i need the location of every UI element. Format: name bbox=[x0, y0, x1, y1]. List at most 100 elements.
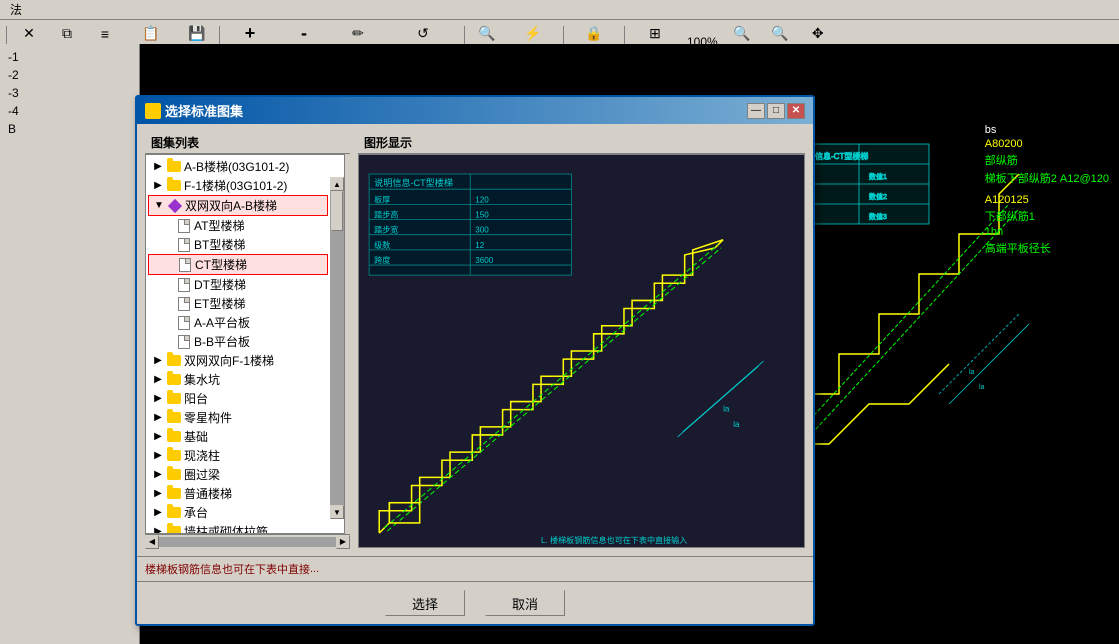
tree-panel[interactable]: ▶ A-B楼梯(03G101-2) ▶ F-1楼梯(03G101-2) bbox=[145, 154, 345, 534]
tree-item-text-8: ET型楼梯 bbox=[194, 295, 245, 312]
svg-text:踏步高: 踏步高 bbox=[374, 210, 398, 220]
tree-item-5[interactable]: BT型楼梯 bbox=[148, 235, 328, 254]
tree-expand-3[interactable]: ▼ bbox=[151, 198, 167, 214]
anno-bs: bs bbox=[985, 124, 1109, 136]
svg-text:L. 楼梯板钢筋信息也可在下表中直接输入: L. 楼梯板钢筋信息也可在下表中直接输入 bbox=[541, 535, 687, 545]
tree-item-10[interactable]: B-B平台板 bbox=[148, 332, 328, 351]
vscroll-down-arrow[interactable]: ▼ bbox=[330, 505, 344, 519]
tree-item-6[interactable]: CT型楼梯 bbox=[148, 254, 328, 275]
tree-item-16[interactable]: ▶ 现浇柱 bbox=[148, 446, 328, 465]
hscroll-left-arrow[interactable]: ◀ bbox=[145, 535, 159, 549]
tree-expand-20[interactable]: ▶ bbox=[150, 524, 166, 535]
svg-text:150: 150 bbox=[475, 211, 489, 220]
close-button[interactable]: ✕ bbox=[787, 103, 805, 119]
tree-item-14[interactable]: ▶ 零星构件 bbox=[148, 408, 328, 427]
tree-item-text-15: 基础 bbox=[184, 428, 208, 445]
tree-expand-18[interactable]: ▶ bbox=[150, 486, 166, 502]
vscroll-up-arrow[interactable]: ▲ bbox=[330, 177, 344, 191]
dialog-title-icon bbox=[145, 103, 161, 119]
svg-text:12: 12 bbox=[475, 241, 484, 250]
tree-icon-4 bbox=[176, 218, 192, 234]
dialog-body: 图集列表 ▶ A-B楼梯(03G101-2) ▶ F- bbox=[137, 124, 813, 556]
dialog-select-button[interactable]: 选择 bbox=[385, 590, 465, 616]
right-annotations: bs A80200 部纵筋 梯板下部纵筋2 A12@120 A120125 下部… bbox=[985, 124, 1109, 256]
tree-item-3[interactable]: ▼ 双网双向A-B楼梯 bbox=[148, 195, 328, 216]
anno-part-bar: 部纵筋 bbox=[985, 152, 1109, 168]
svg-text:3600: 3600 bbox=[475, 256, 493, 265]
tree-expand-11[interactable]: ▶ bbox=[150, 353, 166, 369]
anno-1hn: 1hn bbox=[985, 226, 1109, 238]
minimize-button[interactable]: — bbox=[747, 103, 765, 119]
svg-text:300: 300 bbox=[475, 226, 489, 235]
vscroll-track[interactable] bbox=[330, 191, 344, 505]
vscroll-thumb[interactable] bbox=[331, 191, 343, 231]
tree-icon-12 bbox=[166, 372, 182, 388]
dialog-info-continuation: ... bbox=[310, 563, 319, 575]
tree-item-1[interactable]: ▶ A-B楼梯(03G101-2) bbox=[148, 157, 328, 176]
tree-expand-16[interactable]: ▶ bbox=[150, 448, 166, 464]
tree-icon-20 bbox=[166, 524, 182, 535]
tree-item-18[interactable]: ▶ 普通楼梯 bbox=[148, 484, 328, 503]
anno-bottom-bar1: 下部纵筋1 bbox=[985, 208, 1109, 224]
tree-item-text-10: B-B平台板 bbox=[194, 333, 250, 350]
tree-item-20[interactable]: ▶ 墙柱或砌体拉筋 bbox=[148, 522, 328, 534]
tree-item-text-9: A-A平台板 bbox=[194, 314, 250, 331]
preview-panel-header: 图形显示 bbox=[358, 132, 805, 154]
tree-icon-1 bbox=[166, 159, 182, 175]
dialog-footer: 选择 取消 bbox=[137, 581, 813, 624]
tree-expand-19[interactable]: ▶ bbox=[150, 505, 166, 521]
tree-item-text-20: 墙柱或砌体拉筋 bbox=[184, 523, 268, 534]
tree-content: ▶ A-B楼梯(03G101-2) ▶ F-1楼梯(03G101-2) bbox=[146, 155, 330, 534]
preview-panel: 说明信息-CT型楼梯 板厚 120 踏步高 150 踏步宽 300 级数 12 … bbox=[358, 154, 805, 548]
tree-item-9[interactable]: A-A平台板 bbox=[148, 313, 328, 332]
tree-item-text-14: 零星构件 bbox=[184, 409, 232, 426]
tree-item-12[interactable]: ▶ 集水坑 bbox=[148, 370, 328, 389]
maximize-button[interactable]: □ bbox=[767, 103, 785, 119]
tree-icon-16 bbox=[166, 448, 182, 464]
tree-expand-1[interactable]: ▶ bbox=[150, 159, 166, 175]
tree-vscrollbar[interactable]: ▲ ▼ bbox=[330, 177, 344, 519]
tree-item-17[interactable]: ▶ 圈过梁 bbox=[148, 465, 328, 484]
tree-icon-5 bbox=[176, 237, 192, 253]
tree-expand-12[interactable]: ▶ bbox=[150, 372, 166, 388]
tree-wrapper: 图集列表 ▶ A-B楼梯(03G101-2) ▶ F- bbox=[145, 132, 350, 548]
tree-item-13[interactable]: ▶ 阳台 bbox=[148, 389, 328, 408]
tree-item-7[interactable]: DT型楼梯 bbox=[148, 275, 328, 294]
tree-item-text-11: 双网双向F-1楼梯 bbox=[184, 352, 274, 369]
tree-icon-6 bbox=[177, 257, 193, 273]
dialog-title-text: 选择标准图集 bbox=[165, 101, 243, 120]
tree-item-8[interactable]: ET型楼梯 bbox=[148, 294, 328, 313]
preview-wrapper: 图形显示 说明信息-CT型楼梯 板厚 bbox=[358, 132, 805, 548]
svg-text:板厚: 板厚 bbox=[374, 194, 390, 204]
tree-item-11[interactable]: ▶ 双网双向F-1楼梯 bbox=[148, 351, 328, 370]
hscroll-right-arrow[interactable]: ▶ bbox=[336, 535, 350, 549]
tree-expand-15[interactable]: ▶ bbox=[150, 429, 166, 445]
tree-item-text-17: 圈过梁 bbox=[184, 466, 220, 483]
tree-expand-14[interactable]: ▶ bbox=[150, 410, 166, 426]
dialog-cancel-button[interactable]: 取消 bbox=[485, 590, 565, 616]
tree-hscrollbar[interactable]: ◀ ▶ bbox=[145, 534, 350, 548]
tree-expand-17[interactable]: ▶ bbox=[150, 467, 166, 483]
tree-item-15[interactable]: ▶ 基础 bbox=[148, 427, 328, 446]
tree-icon-9 bbox=[176, 315, 192, 331]
tree-item-text-13: 阳台 bbox=[184, 390, 208, 407]
tree-expand-2[interactable]: ▶ bbox=[150, 178, 166, 194]
tree-item-19[interactable]: ▶ 承台 bbox=[148, 503, 328, 522]
dialog-titlebar[interactable]: 选择标准图集 — □ ✕ bbox=[137, 97, 813, 124]
svg-text:踏步宽: 踏步宽 bbox=[374, 225, 398, 235]
hscroll-track[interactable] bbox=[159, 537, 336, 547]
tree-item-text-5: BT型楼梯 bbox=[194, 236, 245, 253]
tree-item-text-7: DT型楼梯 bbox=[194, 276, 246, 293]
tree-item-2[interactable]: ▶ F-1楼梯(03G101-2) bbox=[148, 176, 328, 195]
tree-item-4[interactable]: AT型楼梯 bbox=[148, 216, 328, 235]
dialog-info-text: 楼梯板钢筋信息也可在下表中直接 bbox=[145, 561, 310, 577]
tree-icon-18 bbox=[166, 486, 182, 502]
svg-text:说明信息-CT型楼梯: 说明信息-CT型楼梯 bbox=[374, 177, 453, 188]
tree-expand-13[interactable]: ▶ bbox=[150, 391, 166, 407]
tree-item-text-6: CT型楼梯 bbox=[195, 256, 247, 273]
svg-text:la: la bbox=[733, 420, 740, 429]
select-atlas-dialog: 选择标准图集 — □ ✕ 图集列表 ▶ A-B楼梯(0 bbox=[135, 95, 815, 626]
tree-icon-2 bbox=[166, 178, 182, 194]
tree-panel-header: 图集列表 bbox=[145, 132, 350, 154]
tree-icon-7 bbox=[176, 277, 192, 293]
